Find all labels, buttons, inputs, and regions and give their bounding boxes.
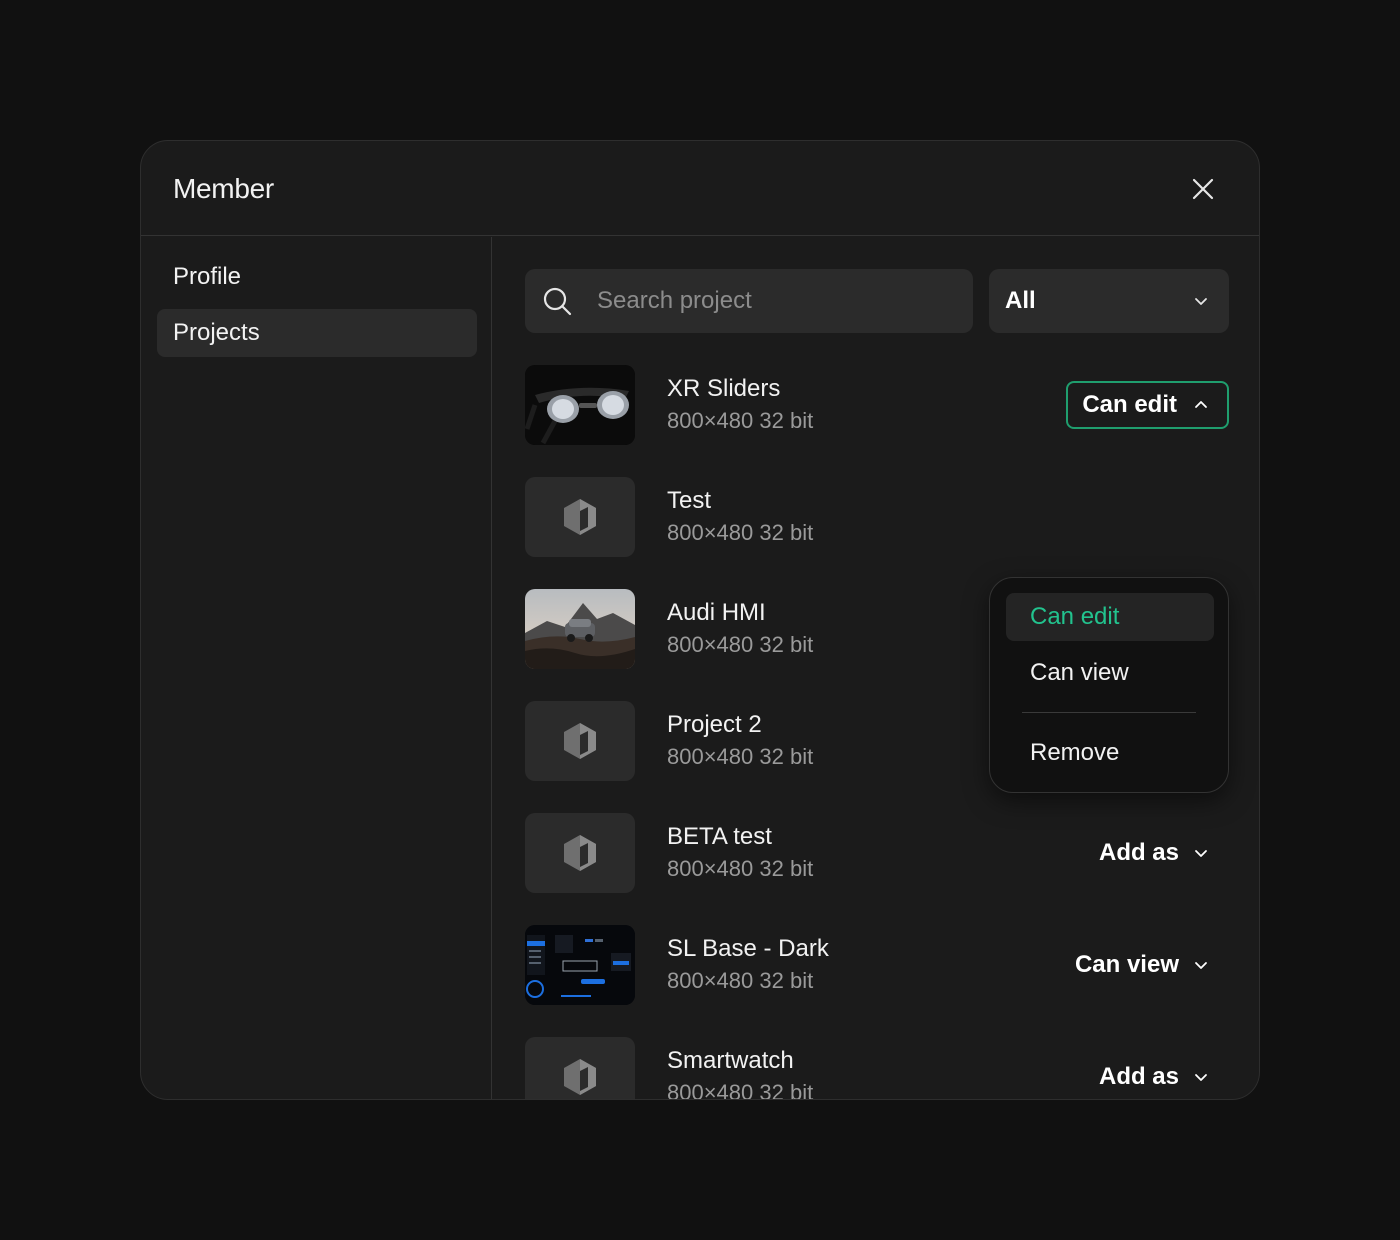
filter-selected-value: All	[1005, 287, 1036, 314]
close-button[interactable]	[1187, 173, 1219, 205]
member-dialog: Member Profile Projects All	[140, 140, 1260, 1100]
project-row: SL Base - Dark 800×480 32 bit Can view	[525, 925, 1229, 1005]
role-label: Can edit	[1082, 391, 1177, 418]
project-row: Test 800×480 32 bit	[525, 477, 1229, 557]
chevron-down-icon	[1195, 962, 1207, 969]
menu-item-can-view[interactable]: Can view	[1006, 649, 1214, 697]
filter-select[interactable]: All	[989, 269, 1229, 333]
project-thumbnail	[525, 477, 635, 557]
cube-icon	[564, 723, 596, 759]
project-meta: 800×480 32 bit	[667, 408, 814, 433]
cube-icon	[564, 499, 596, 535]
project-row: Smartwatch 800×480 32 bit Add as	[525, 1037, 1229, 1100]
role-select[interactable]: Can edit	[1066, 381, 1229, 429]
chevron-down-icon	[1195, 298, 1207, 305]
project-meta: 800×480 32 bit	[667, 856, 814, 881]
chevron-up-icon	[1195, 401, 1207, 408]
role-label: Add as	[1098, 839, 1179, 866]
project-name: Smartwatch	[667, 1047, 794, 1074]
project-meta: 800×480 32 bit	[667, 968, 814, 993]
role-label: Add as	[1098, 1063, 1179, 1090]
search-box	[525, 269, 973, 333]
search-input[interactable]	[597, 269, 957, 333]
role-dropdown-menu: Can edit Can view Remove	[989, 577, 1229, 793]
projects-panel: All XR Sliders 800×480 32 bit	[493, 237, 1259, 1099]
dark-ui-thumbnail	[525, 925, 635, 1005]
project-name: Test	[667, 487, 712, 514]
project-row: XR Sliders 800×480 32 bit Can edit	[525, 365, 1229, 445]
chevron-down-icon	[1195, 1074, 1207, 1081]
sidebar-item-profile[interactable]: Profile	[157, 253, 477, 301]
chevron-down-icon	[1195, 850, 1207, 857]
project-name: Project 2	[667, 711, 762, 738]
dialog-header: Member	[141, 141, 1259, 236]
dialog-title: Member	[173, 173, 274, 204]
project-thumbnail	[525, 813, 635, 893]
role-select[interactable]: Add as	[1083, 1053, 1229, 1099]
cube-icon	[564, 835, 596, 871]
project-name: XR Sliders	[667, 375, 781, 402]
cube-icon	[564, 1059, 596, 1095]
search-icon	[543, 287, 572, 316]
project-meta: 800×480 32 bit	[667, 520, 814, 545]
car-landscape-thumbnail	[525, 589, 635, 669]
sidebar-nav: Profile Projects	[141, 237, 492, 1099]
xr-glasses-thumbnail	[525, 365, 635, 445]
project-meta: 800×480 32 bit	[667, 632, 814, 657]
project-thumbnail	[525, 1037, 635, 1099]
close-icon	[1192, 178, 1214, 200]
project-meta: 800×480 32 bit	[667, 1080, 814, 1100]
menu-item-can-edit[interactable]: Can edit	[1006, 593, 1214, 641]
role-label: Can view	[1074, 951, 1179, 978]
project-thumbnail	[525, 701, 635, 781]
menu-divider	[1022, 712, 1196, 713]
project-row: BETA test 800×480 32 bit Add as	[525, 813, 1229, 893]
role-select[interactable]: Add as	[1083, 829, 1229, 877]
project-name: Audi HMI	[667, 599, 766, 626]
project-name: BETA test	[667, 823, 772, 850]
project-name: SL Base - Dark	[667, 935, 829, 962]
sidebar-item-projects[interactable]: Projects	[157, 309, 477, 357]
menu-item-remove[interactable]: Remove	[1006, 729, 1214, 777]
project-meta: 800×480 32 bit	[667, 744, 814, 769]
role-select[interactable]: Can view	[1059, 941, 1229, 989]
